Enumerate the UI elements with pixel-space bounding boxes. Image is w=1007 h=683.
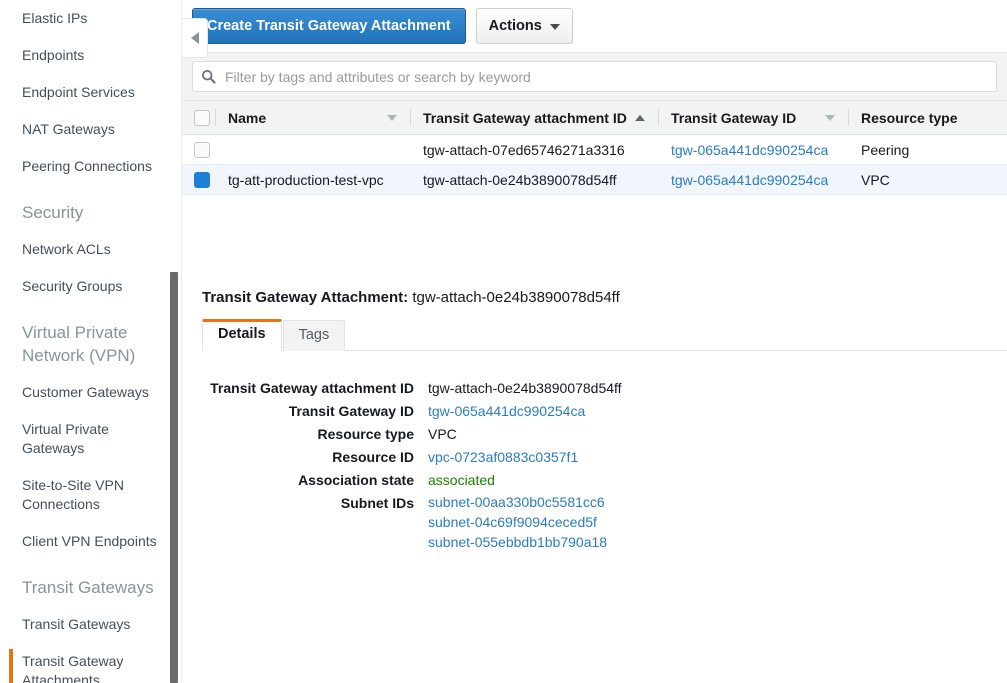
select-all-header: [182, 100, 216, 135]
vpc-console: Elastic IPs Endpoints Endpoint Services NAT…: [0, 0, 1007, 683]
attachments-table-region: Name Transit Gateway attachment ID Trans…: [182, 100, 1007, 379]
actions-button[interactable]: Actions: [475, 8, 573, 44]
sidebar-item-nat-gateways[interactable]: NAT Gateways: [0, 111, 181, 148]
details-title-value: tgw-attach-0e24b3890078d54ff: [412, 289, 620, 306]
column-header-attachment-id[interactable]: Transit Gateway attachment ID: [411, 100, 659, 135]
column-header-attachment-id-label: Transit Gateway attachment ID: [423, 109, 627, 126]
actions-button-label: Actions: [488, 18, 542, 34]
cell-transit-gateway-id: tgw-065a441dc990254ca: [659, 134, 849, 165]
sidebar-item-transit-gateways[interactable]: Transit Gateways: [0, 606, 181, 643]
transit-gateway-id-link[interactable]: tgw-065a441dc990254ca: [671, 142, 828, 158]
sidebar-navigation: Elastic IPs Endpoints Endpoint Services NAT…: [0, 0, 182, 683]
chevron-down-icon: [549, 24, 560, 30]
cell-attachment-id: tgw-attach-07ed65746271a3316: [411, 134, 659, 165]
field-subnet-ids: Subnet IDs subnet-00aa330b0c5581cc6 subne…: [202, 492, 1007, 552]
row-select-cell[interactable]: [182, 134, 216, 165]
details-title-label: Transit Gateway Attachment:: [202, 289, 409, 306]
sort-descending-icon: [387, 114, 397, 121]
filter-box[interactable]: [192, 61, 997, 92]
sort-descending-icon: [825, 114, 835, 121]
tab-tags[interactable]: Tags: [282, 320, 346, 351]
field-subnet-ids-label: Subnet IDs: [340, 495, 414, 511]
row-checkbox[interactable]: [194, 142, 210, 159]
field-association-state: Association state associated: [202, 469, 1007, 492]
sidebar-item-site-to-site-vpn-connections[interactable]: Site-to-Site VPN Connections: [0, 467, 181, 523]
cell-name: [216, 134, 411, 165]
tab-details-label: Details: [218, 326, 266, 342]
field-resource-type: Resource type VPC: [202, 423, 1007, 446]
filter-bar: [182, 52, 1007, 100]
details-tabs: Details Tags: [202, 319, 1007, 351]
details-panel-title: Transit Gateway Attachment: tgw-attach-0…: [192, 279, 1007, 306]
column-header-transit-gateway-id[interactable]: Transit Gateway ID: [659, 100, 849, 135]
attachments-table: Name Transit Gateway attachment ID Trans…: [182, 100, 1007, 195]
subnet-id-link[interactable]: subnet-00aa330b0c5581cc6: [428, 492, 607, 512]
subnet-id-link[interactable]: subnet-04c69f9094ceced5f: [428, 512, 607, 532]
sidebar-item-elastic-ips[interactable]: Elastic IPs: [0, 0, 181, 37]
field-attachment-id-label: Transit Gateway attachment ID: [210, 380, 414, 396]
cell-name: tg-att-production-test-vpc: [216, 164, 411, 195]
sidebar-item-customer-gateways[interactable]: Customer Gateways: [0, 374, 181, 411]
cell-attachment-id: tgw-attach-0e24b3890078d54ff: [411, 164, 659, 195]
column-header-name[interactable]: Name: [216, 100, 411, 135]
search-input[interactable]: [223, 67, 988, 86]
main-content: Create Transit Gateway Attachment Action…: [182, 0, 1007, 683]
cell-resource-type: Peering: [849, 134, 1007, 165]
sidebar-section-header: Transit Gateways: [22, 578, 154, 597]
table-row[interactable]: tg-att-production-test-vpc tgw-attach-0e2…: [182, 164, 1007, 195]
cell-transit-gateway-id: tgw-065a441dc990254ca: [659, 164, 849, 195]
field-association-state-label: Association state: [298, 472, 414, 488]
sidebar-item-virtual-private-gateways[interactable]: Virtual Private Gateways: [0, 411, 181, 467]
field-resource-id: Resource ID vpc-0723af0883c0357f1: [202, 446, 1007, 469]
sidebar-item-list: Elastic IPs Endpoints Endpoint Services NAT…: [0, 0, 181, 683]
sidebar-section-header: Security: [22, 203, 84, 222]
tab-details[interactable]: Details: [202, 319, 282, 351]
transit-gateway-id-link[interactable]: tgw-065a441dc990254ca: [671, 172, 828, 188]
sidebar-item-client-vpn-endpoints[interactable]: Client VPN Endpoints: [0, 523, 181, 560]
subnet-id-link[interactable]: subnet-055ebbdb1bb790a18: [428, 532, 607, 552]
field-transit-gateway-id: Transit Gateway ID tgw-065a441dc990254ca: [202, 400, 1007, 423]
sidebar-section-header: Virtual Private Network (VPN): [22, 323, 136, 365]
table-body: tgw-attach-07ed65746271a3316 tgw-065a441d…: [182, 134, 1007, 195]
table-row[interactable]: tgw-attach-07ed65746271a3316 tgw-065a441d…: [182, 134, 1007, 165]
sidebar-item-transit-gateway-attachments[interactable]: Transit Gateway Attachments: [0, 643, 181, 683]
sort-ascending-icon: [635, 114, 645, 121]
field-attachment-id: Transit Gateway attachment ID tgw-attach…: [202, 377, 1007, 400]
sidebar-collapse-button[interactable]: [182, 18, 208, 58]
field-resource-type-label: Resource type: [317, 426, 414, 442]
field-association-state-value: associated: [428, 472, 495, 488]
search-icon: [201, 69, 216, 84]
field-transit-gateway-id-value[interactable]: tgw-065a441dc990254ca: [428, 400, 585, 423]
field-transit-gateway-id-label: Transit Gateway ID: [288, 403, 414, 419]
sidebar-item-security-groups[interactable]: Security Groups: [0, 268, 181, 305]
sidebar-item-peering-connections[interactable]: Peering Connections: [0, 148, 181, 185]
tab-tags-label: Tags: [298, 327, 330, 343]
select-all-checkbox[interactable]: [194, 110, 210, 127]
column-header-transit-gateway-id-label: Transit Gateway ID: [671, 109, 797, 126]
details-panel: Transit Gateway Attachment: tgw-attach-0…: [192, 279, 1007, 683]
chevron-left-icon: [190, 32, 199, 44]
field-resource-id-label: Resource ID: [332, 449, 414, 465]
row-select-cell[interactable]: [182, 164, 216, 195]
column-header-resource-type-label: Resource type: [861, 109, 958, 126]
field-resource-type-value: VPC: [428, 426, 457, 442]
sidebar-scrollbar[interactable]: [170, 272, 178, 683]
sidebar-item-network-acls[interactable]: Network ACLs: [0, 231, 181, 268]
table-header-row: Name Transit Gateway attachment ID Trans…: [182, 100, 1007, 135]
field-resource-id-value[interactable]: vpc-0723af0883c0357f1: [428, 446, 578, 469]
field-attachment-id-value: tgw-attach-0e24b3890078d54ff: [428, 380, 622, 396]
create-transit-gateway-attachment-button[interactable]: Create Transit Gateway Attachment: [192, 8, 466, 44]
column-header-name-label: Name: [228, 109, 267, 126]
sidebar-item-endpoints[interactable]: Endpoints: [0, 37, 181, 74]
row-checkbox[interactable]: [194, 172, 210, 189]
field-subnet-ids-value-list: subnet-00aa330b0c5581cc6 subnet-04c69f909…: [428, 492, 607, 552]
details-field-list: Transit Gateway attachment ID tgw-attach…: [192, 377, 1007, 552]
action-toolbar: Create Transit Gateway Attachment Action…: [182, 0, 1007, 52]
sidebar-item-endpoint-services[interactable]: Endpoint Services: [0, 74, 181, 111]
cell-resource-type: VPC: [849, 164, 1007, 195]
column-header-resource-type[interactable]: Resource type: [849, 100, 1007, 135]
